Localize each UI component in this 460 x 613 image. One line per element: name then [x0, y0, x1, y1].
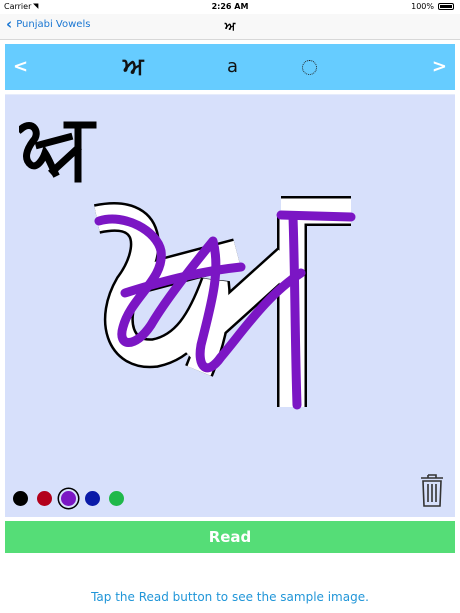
previous-letter-button[interactable]: < [13, 56, 28, 77]
trash-icon[interactable] [419, 472, 445, 508]
color-swatch-purple[interactable] [61, 491, 76, 506]
play-sound-icon[interactable] [302, 60, 317, 75]
battery-percentage: 100% [411, 2, 434, 11]
letter-selector-bar: < ਅ a > [5, 44, 455, 90]
nav-title: ਅ [224, 19, 236, 33]
instruction-text: Tap the Read button to see the sample im… [91, 590, 369, 604]
current-gurmukhi-letter: ਅ [123, 52, 144, 80]
battery-icon [438, 3, 454, 10]
color-swatch-blue[interactable] [85, 491, 100, 506]
status-bar: Carrier ◥ 2:26 AM 100% [0, 0, 460, 14]
drawing-canvas[interactable] [5, 94, 455, 517]
transliteration-label: a [227, 56, 239, 77]
color-swatch-black[interactable] [13, 491, 28, 506]
status-time: 2:26 AM [211, 2, 249, 11]
read-button[interactable]: Read [5, 521, 455, 553]
next-letter-button[interactable]: > [432, 56, 447, 77]
color-swatch-green[interactable] [109, 491, 124, 506]
navigation-bar: ‹ Punjabi Vowels ਅ [0, 14, 460, 40]
tracing-area[interactable] [5, 95, 455, 517]
color-swatch-red[interactable] [37, 491, 52, 506]
